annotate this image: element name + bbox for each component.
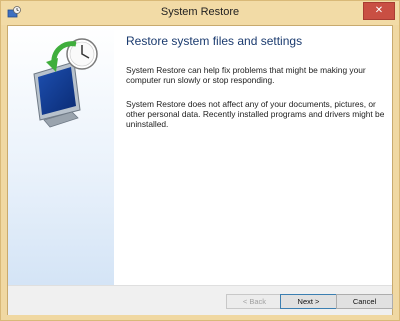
system-restore-window: System Restore ✕ Restore system files an…	[0, 0, 400, 321]
cancel-button[interactable]: Cancel	[336, 294, 393, 309]
title-bar[interactable]: System Restore ✕	[1, 1, 399, 25]
wizard-client-area: Restore system files and settings System…	[7, 25, 393, 315]
close-button[interactable]: ✕	[363, 2, 395, 20]
close-icon: ✕	[374, 5, 384, 16]
intro-paragraph: System Restore can help fix problems tha…	[126, 65, 366, 85]
back-button[interactable]: < Back	[226, 294, 283, 309]
data-safety-paragraph: System Restore does not affect any of yo…	[126, 99, 385, 129]
wizard-side-panel	[8, 26, 114, 285]
next-button[interactable]: Next >	[280, 294, 337, 309]
system-restore-illustration	[33, 38, 98, 128]
page-title: Restore system files and settings	[126, 34, 303, 48]
window-title: System Restore	[160, 6, 240, 18]
wizard-button-bar: < Back Next > Cancel	[8, 285, 393, 315]
